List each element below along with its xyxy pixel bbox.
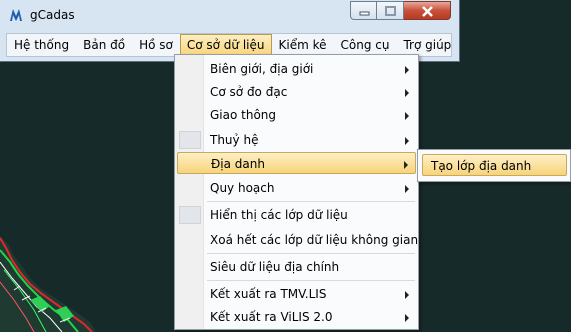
- title-bar[interactable]: gCadas: [0, 0, 459, 30]
- close-button[interactable]: [404, 1, 451, 20]
- menu-item-co-so-do-dac[interactable]: Cơ sở đo đạc: [177, 81, 416, 103]
- window-title: gCadas: [30, 8, 75, 22]
- menu-separator: [207, 280, 415, 281]
- menu-item-label: Địa danh: [211, 157, 265, 171]
- menu-he-thong[interactable]: Hệ thống: [7, 34, 76, 56]
- submenu-arrow-icon: [405, 185, 409, 193]
- submenu-arrow-icon: [405, 112, 409, 120]
- menu-item-quy-hoach[interactable]: Quy hoạch: [177, 177, 416, 199]
- menu-item-xoa-het-cac-lop[interactable]: Xoá hết các lớp dữ liệu không gian: [177, 229, 419, 251]
- menu-separator: [207, 201, 415, 202]
- menu-item-hien-thi-cac-lop[interactable]: Hiển thị các lớp dữ liệu: [177, 204, 416, 226]
- menu-item-label: Xoá hết các lớp dữ liệu không gian: [210, 233, 419, 247]
- menu-item-label: Thuỷ hệ: [210, 133, 259, 147]
- menu-item-label: Cơ sở đo đạc: [210, 85, 288, 99]
- menu-item-tao-lop-dia-danh[interactable]: Tạo lớp địa danh: [422, 154, 567, 176]
- menu-item-label: Giao thông: [210, 108, 277, 122]
- menu-co-so-du-lieu[interactable]: Cơ sở dữ liệu: [179, 34, 272, 56]
- submenu-arrow-icon: [405, 137, 409, 145]
- submenu-arrow-icon: [405, 291, 409, 299]
- menu-ban-do[interactable]: Bản đồ: [76, 34, 132, 56]
- menu-item-ket-xuat-tmv[interactable]: Kết xuất ra TMV.LIS: [177, 283, 416, 305]
- minimize-button[interactable]: [350, 1, 377, 20]
- menu-item-label: Siêu dữ liệu địa chính: [210, 260, 340, 274]
- submenu-arrow-icon: [405, 66, 409, 74]
- close-icon: [422, 6, 433, 17]
- submenu-arrow-icon: [405, 89, 409, 97]
- check-slot-icon: [179, 131, 201, 149]
- menu-ho-so[interactable]: Hồ sơ: [132, 34, 180, 56]
- submenu-arrow-icon: [404, 161, 408, 169]
- menu-item-label: Hiển thị các lớp dữ liệu: [210, 208, 348, 222]
- menu-item-ket-xuat-vilis[interactable]: Kết xuất ra ViLIS 2.0: [177, 306, 416, 328]
- dia-danh-submenu: Tạo lớp địa danh: [417, 149, 571, 182]
- co-so-du-lieu-dropdown: Biên giới, địa giới Cơ sở đo đạc Giao th…: [174, 54, 419, 330]
- menu-separator: [207, 253, 415, 254]
- menu-item-label: Kết xuất ra ViLIS 2.0: [210, 310, 333, 324]
- menu-tro-giup[interactable]: Trợ giúp: [396, 34, 458, 56]
- maximize-button[interactable]: [377, 1, 404, 20]
- menu-item-thuy-he[interactable]: Thuỷ hệ: [177, 129, 416, 151]
- check-slot-icon: [179, 206, 201, 224]
- app-window: gCadas Hệ thống Bản đồ Hồ sơ Cơ sở dữ li…: [0, 0, 460, 62]
- menu-item-sieu-du-lieu[interactable]: Siêu dữ liệu địa chính: [177, 256, 416, 278]
- menu-item-giao-thong[interactable]: Giao thông: [177, 104, 416, 126]
- menu-item-label: Biên giới, địa giới: [210, 62, 314, 76]
- menu-item-label: Kết xuất ra TMV.LIS: [210, 287, 327, 301]
- gcadas-logo-icon: [10, 9, 22, 21]
- menu-item-dia-danh[interactable]: Địa danh: [177, 152, 416, 174]
- menu-cong-cu[interactable]: Công cụ: [334, 34, 397, 56]
- menu-item-label: Tạo lớp địa danh: [431, 159, 532, 173]
- window-controls: [350, 1, 451, 21]
- minimize-icon: [359, 11, 370, 16]
- menu-item-label: Quy hoạch: [210, 181, 275, 195]
- menu-kiem-ke[interactable]: Kiểm kê: [272, 34, 334, 56]
- submenu-arrow-icon: [405, 314, 409, 322]
- menu-item-bien-gioi[interactable]: Biên giới, địa giới: [177, 58, 416, 80]
- maximize-icon: [385, 6, 396, 16]
